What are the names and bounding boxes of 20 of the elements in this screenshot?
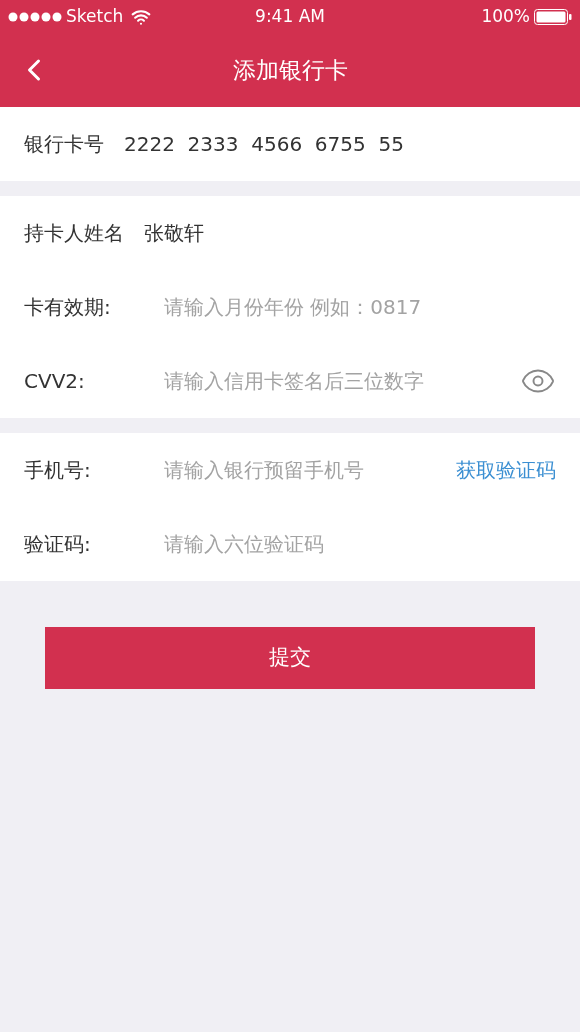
battery-icon — [534, 8, 572, 25]
input-field[interactable]: 请输入月份年份 例如：0817 — [164, 292, 556, 322]
field-label: 银行卡号 — [24, 131, 104, 158]
field-label: 手机号: — [24, 457, 92, 484]
input-field[interactable]: 请输入六位验证码 — [164, 529, 556, 559]
field-label: CVV2: — [24, 368, 86, 395]
field-value[interactable]: 2222 2333 4566 6755 55 — [124, 129, 404, 159]
field-label: 持卡人姓名 — [24, 220, 124, 247]
submit-button[interactable]: 提交 — [45, 627, 535, 689]
field-label: 验证码: — [24, 531, 92, 558]
get-code-link[interactable]: 获取验证码 — [456, 455, 556, 485]
carrier-name: Sketch — [66, 4, 124, 28]
battery-percent: 100% — [481, 4, 530, 28]
input-field[interactable]: 请输入银行预留手机号 — [164, 455, 456, 485]
input-field[interactable]: 请输入信用卡签名后三位数字 — [164, 366, 520, 396]
page-title: 添加银行卡 — [232, 55, 348, 85]
field-label: 卡有效期: — [24, 294, 112, 321]
status-time: 9:41 AM — [255, 4, 325, 28]
signal-icon — [8, 11, 62, 22]
field-value[interactable]: 张敬轩 — [144, 218, 204, 248]
